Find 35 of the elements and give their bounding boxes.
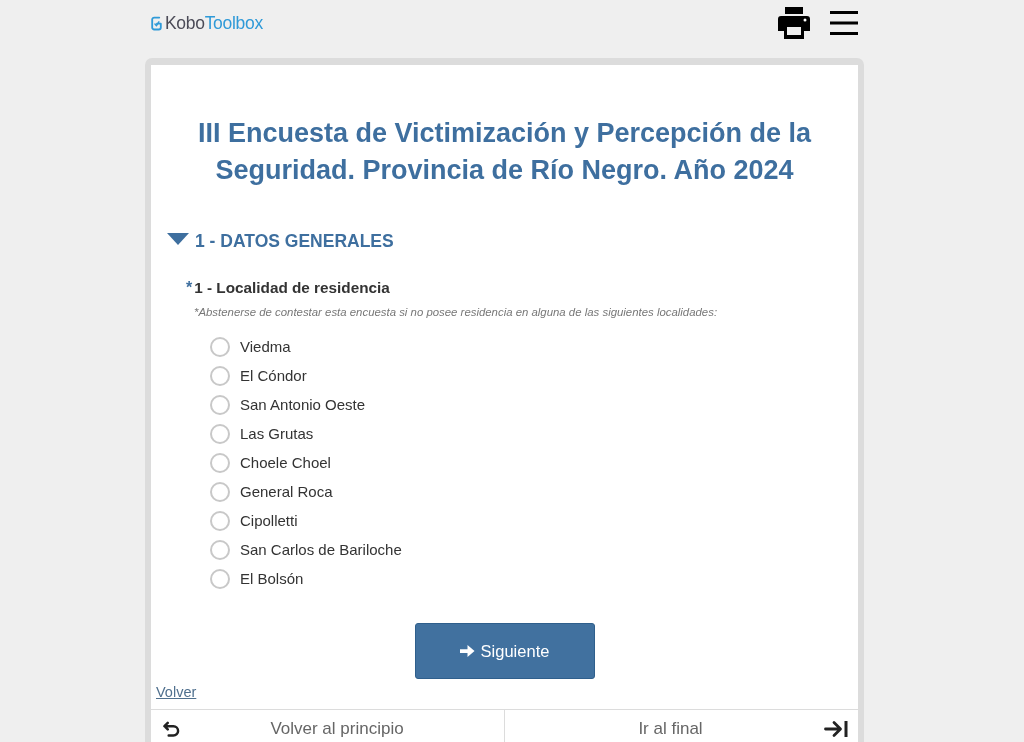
radio-button[interactable] [210, 568, 230, 589]
radio-button[interactable] [210, 452, 230, 473]
logo-text: KoboToolbox [165, 13, 263, 33]
arrow-to-end-icon [824, 720, 848, 738]
radio-button[interactable] [210, 336, 230, 357]
menu-button[interactable] [830, 11, 858, 35]
option-label[interactable]: Choele Choel [240, 453, 331, 472]
radio-button[interactable] [210, 394, 230, 415]
option-label[interactable]: San Carlos de Bariloche [240, 540, 402, 559]
logo-icon [151, 15, 162, 31]
triangle-icon[interactable] [167, 232, 189, 245]
menu-icon [830, 11, 858, 35]
printer-icon [778, 7, 810, 39]
option-label[interactable]: El Cóndor [240, 366, 307, 385]
option-label[interactable]: Las Grutas [240, 424, 314, 443]
radio-button[interactable] [210, 539, 230, 560]
option-label[interactable]: El Bolsón [240, 569, 304, 588]
question-label: 1 - Localidad de residencia [194, 278, 390, 298]
return-arrow-icon [163, 721, 180, 737]
option-label[interactable]: Cipolletti [240, 511, 298, 530]
option-label[interactable]: San Antonio Oeste [240, 395, 366, 414]
option-label[interactable]: General Roca [240, 482, 333, 501]
back-link[interactable]: Volver [156, 684, 197, 700]
required-mark: * [186, 278, 193, 298]
print-button[interactable] [778, 7, 810, 39]
radio-button[interactable] [210, 423, 230, 444]
radio-button[interactable] [210, 510, 230, 531]
option-label[interactable]: Viedma [240, 337, 291, 356]
radio-button[interactable] [210, 481, 230, 502]
question-hint: *Abstenerse de contestar esta encuesta si no posee residencia en alguna de las siguientes localidades: [194, 305, 719, 320]
group-title[interactable]: 1 - DATOS GENERALES [195, 230, 394, 252]
form-title: III Encuesta de Victimización y Percepción de la Seguridad. Provincia de Río Negro. Año 2024 [196, 117, 813, 187]
arrow-right-icon [459, 644, 475, 658]
next-button[interactable]: Siguiente [414, 623, 595, 679]
radio-button[interactable] [210, 365, 230, 386]
